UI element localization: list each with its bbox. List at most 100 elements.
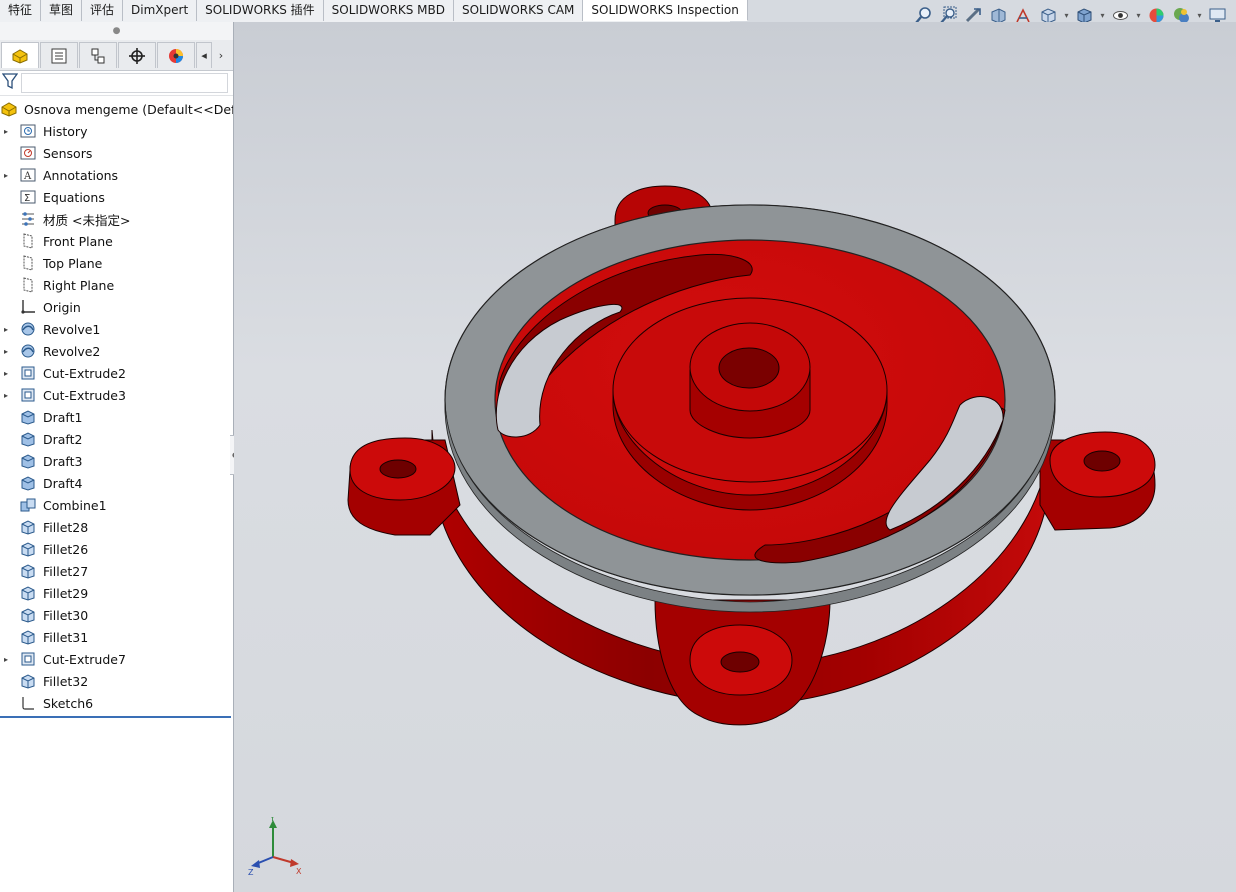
- tree-item-label: Revolve2: [43, 343, 101, 359]
- tree-item-draft3[interactable]: Draft3: [0, 450, 233, 472]
- tree-item-draft4[interactable]: Draft4: [0, 472, 233, 494]
- expand-arrow-icon[interactable]: ▸: [0, 648, 12, 670]
- panel-grip-handle[interactable]: ●: [0, 22, 233, 40]
- scroll-left-icon[interactable]: ◂: [196, 42, 212, 68]
- tree-item-fillet31[interactable]: Fillet31: [0, 626, 233, 648]
- svg-text:Σ: Σ: [24, 193, 30, 204]
- propertymanager-icon[interactable]: [40, 42, 78, 68]
- expand-arrow-icon[interactable]: ▸: [0, 318, 12, 340]
- tree-item-annotations[interactable]: ▸ A Annotations: [0, 164, 233, 186]
- part-icon: [0, 100, 18, 118]
- draft-icon: [19, 452, 37, 470]
- cut-extrude-icon: [19, 650, 37, 668]
- expand-spacer: [0, 142, 12, 164]
- tree-filter-bar: [0, 71, 233, 96]
- part-3d-model[interactable]: [234, 22, 1236, 892]
- tree-item-history[interactable]: ▸ History: [0, 120, 233, 142]
- expand-spacer: [0, 494, 12, 516]
- revolve-icon: [19, 320, 37, 338]
- sketch-icon: [19, 694, 37, 712]
- tree-item-cut-extrude2[interactable]: ▸ Cut-Extrude2: [0, 362, 233, 384]
- tree-item-label: Sensors: [43, 145, 93, 161]
- tree-item-right-plane[interactable]: Right Plane: [0, 274, 233, 296]
- expand-spacer: [0, 626, 12, 648]
- tree-item-cut-extrude7[interactable]: ▸ Cut-Extrude7: [0, 648, 233, 670]
- scroll-right-icon[interactable]: ›: [213, 42, 229, 68]
- tree-filter-input[interactable]: [21, 73, 228, 93]
- tree-item-fillet26[interactable]: Fillet26: [0, 538, 233, 560]
- tree-item-label: Combine1: [43, 497, 107, 513]
- expand-spacer: [0, 274, 12, 296]
- tree-item-draft1[interactable]: Draft1: [0, 406, 233, 428]
- tree-item-label: Draft2: [43, 431, 83, 447]
- tree-item-fillet29[interactable]: Fillet29: [0, 582, 233, 604]
- tab-evaluate[interactable]: 评估: [82, 0, 124, 21]
- tree-root-part[interactable]: Osnova mengeme (Default<<Default>_Di: [0, 98, 233, 120]
- triad-z-label: Z: [248, 868, 254, 877]
- tree-item-top-plane[interactable]: Top Plane: [0, 252, 233, 274]
- cut-extrude-icon: [19, 386, 37, 404]
- displaymanager-icon[interactable]: [157, 42, 195, 68]
- tab-features[interactable]: 特征: [0, 0, 42, 21]
- tree-item-label: 材质 <未指定>: [43, 212, 131, 228]
- triad-y-label: Y: [269, 817, 275, 823]
- plane-icon: [19, 254, 37, 272]
- center-hole: [718, 347, 780, 389]
- featuremanager-icon[interactable]: [1, 42, 39, 68]
- tree-item-combine1[interactable]: Combine1: [0, 494, 233, 516]
- expand-arrow-icon[interactable]: ▸: [0, 120, 12, 142]
- dimxpertmanager-icon[interactable]: [118, 42, 156, 68]
- material-icon: [19, 210, 37, 228]
- expand-arrow-icon[interactable]: ▸: [0, 164, 12, 186]
- tree-item-draft2[interactable]: Draft2: [0, 428, 233, 450]
- tab-solidworks-mbd[interactable]: SOLIDWORKS MBD: [324, 0, 454, 21]
- tree-item-fillet32[interactable]: Fillet32: [0, 670, 233, 692]
- expand-spacer: [0, 604, 12, 626]
- tree-item-label: Fillet27: [43, 563, 89, 579]
- mounting-lug-left: [347, 437, 461, 536]
- tree-item-front-plane[interactable]: Front Plane: [0, 230, 233, 252]
- tree-item-label: Fillet26: [43, 541, 89, 557]
- tree-item-cut-extrude3[interactable]: ▸ Cut-Extrude3: [0, 384, 233, 406]
- tree-item-[interactable]: 材质 <未指定>: [0, 208, 233, 230]
- triad-x-label: X: [296, 867, 302, 876]
- graphics-viewport[interactable]: Y X Z: [234, 22, 1236, 892]
- tree-item-label: Origin: [43, 299, 81, 315]
- tab-solidworks-inspection[interactable]: SOLIDWORKS Inspection: [583, 0, 748, 21]
- expand-spacer: [0, 538, 12, 560]
- tree-item-fillet27[interactable]: Fillet27: [0, 560, 233, 582]
- expand-arrow-icon[interactable]: ▸: [0, 340, 12, 362]
- tree-item-sensors[interactable]: Sensors: [0, 142, 233, 164]
- tree-rollback-bar[interactable]: [0, 716, 231, 718]
- expand-arrow-icon[interactable]: ▸: [0, 362, 12, 384]
- tree-item-fillet28[interactable]: Fillet28: [0, 516, 233, 538]
- tree-item-label: Fillet32: [43, 673, 89, 689]
- tree-item-revolve2[interactable]: ▸ Revolve2: [0, 340, 233, 362]
- tree-item-origin[interactable]: Origin: [0, 296, 233, 318]
- tree-item-revolve1[interactable]: ▸ Revolve1: [0, 318, 233, 340]
- tree-item-label: Fillet30: [43, 607, 89, 623]
- cut-extrude-icon: [19, 364, 37, 382]
- tab-dimxpert[interactable]: DimXpert: [123, 0, 198, 21]
- filter-icon[interactable]: [1, 72, 19, 94]
- equations-icon: Σ: [19, 188, 37, 206]
- tab-solidworks-cam[interactable]: SOLIDWORKS CAM: [454, 0, 584, 21]
- feature-tree: Osnova mengeme (Default<<Default>_Di ▸ Hi…: [0, 96, 233, 714]
- feature-manager-panel: ● ◂ › Osnova mengeme (Default<<Def: [0, 22, 234, 892]
- tree-item-label: Revolve1: [43, 321, 101, 337]
- configurationmanager-icon[interactable]: [79, 42, 117, 68]
- tree-item-equations[interactable]: Σ Equations: [0, 186, 233, 208]
- manager-tabs: ◂ ›: [0, 40, 233, 71]
- expand-spacer: [0, 582, 12, 604]
- tab-sketch[interactable]: 草图: [41, 0, 83, 21]
- tree-item-sketch6[interactable]: Sketch6: [0, 692, 233, 714]
- expand-spacer: [0, 186, 12, 208]
- tree-item-label: Fillet28: [43, 519, 89, 535]
- tree-item-label: Sketch6: [43, 695, 94, 711]
- expand-arrow-icon[interactable]: ▸: [0, 384, 12, 406]
- draft-icon: [19, 474, 37, 492]
- fillet-icon: [19, 562, 37, 580]
- plane-icon: [19, 276, 37, 294]
- tab-solidworks-addins[interactable]: SOLIDWORKS 插件: [197, 0, 324, 21]
- tree-item-fillet30[interactable]: Fillet30: [0, 604, 233, 626]
